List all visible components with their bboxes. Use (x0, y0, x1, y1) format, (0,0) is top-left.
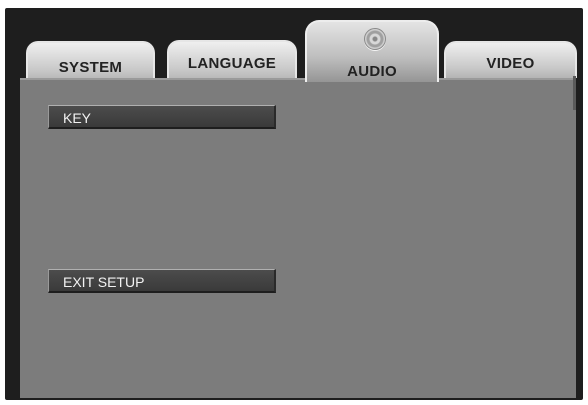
key-button-label: KEY (63, 110, 92, 126)
tab-audio[interactable]: AUDIO (305, 20, 439, 82)
tab-audio-label: AUDIO (347, 63, 397, 80)
tab-system-label: SYSTEM (58, 59, 123, 76)
tab-system[interactable]: SYSTEM (26, 41, 155, 81)
tab-video-label: VIDEO (486, 55, 535, 72)
disc-icon (364, 28, 386, 50)
exit-setup-button[interactable]: EXIT SETUP (48, 269, 276, 293)
tab-language[interactable]: LANGUAGE (167, 40, 297, 81)
panel-divider (573, 76, 576, 110)
exit-setup-button-label: EXIT SETUP (63, 274, 145, 290)
key-button[interactable]: KEY (48, 105, 276, 129)
tab-video[interactable]: VIDEO (444, 41, 577, 78)
tab-language-label: LANGUAGE (187, 55, 277, 72)
